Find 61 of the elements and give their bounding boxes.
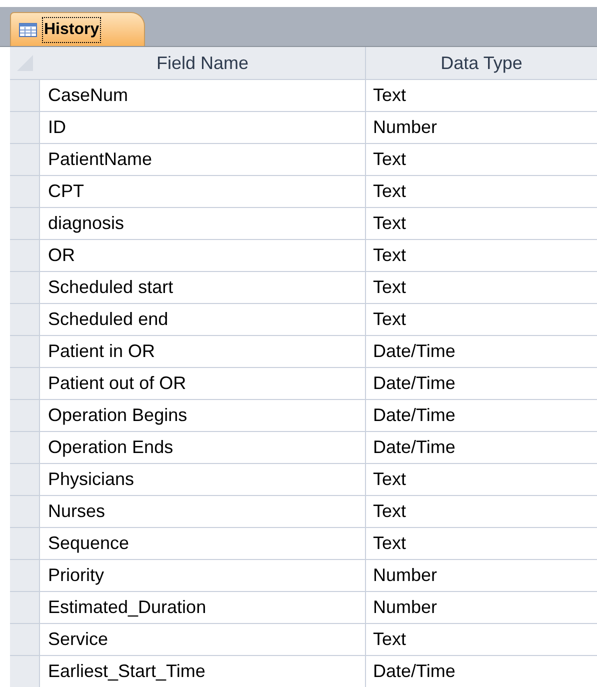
table-cell: Earliest_Start_Time (40, 656, 366, 687)
table-cell-text: Date/Time (372, 660, 456, 683)
table-cell-text: Number (372, 596, 438, 619)
row-selector[interactable] (10, 560, 40, 591)
row-selector[interactable] (10, 400, 40, 431)
column-header: Data Type (440, 52, 522, 75)
row-selector[interactable] (10, 304, 40, 335)
table-cell: Scheduled start (40, 272, 366, 303)
table-cell: ID (40, 112, 366, 143)
table-tab[interactable]: History (10, 12, 145, 46)
table-cell-text: Text (372, 308, 408, 331)
column-header: Field Name (156, 52, 249, 74)
row-selector[interactable] (10, 496, 40, 527)
row-selector[interactable] (10, 464, 40, 495)
table-cell-text: Date/Time (372, 404, 456, 427)
table-cell: CPT (40, 176, 366, 207)
table-cell: PatientName (40, 144, 366, 175)
row-selector[interactable] (10, 112, 40, 143)
table-cell: Patient out of OR (40, 368, 366, 399)
row-selector[interactable] (10, 336, 40, 367)
row-selector[interactable] (10, 176, 40, 207)
row-selector[interactable] (10, 656, 40, 687)
row-selector[interactable] (10, 432, 40, 463)
table-cell: OR (40, 240, 366, 271)
table-cell-text: Date/Time (372, 436, 456, 459)
table-cell-text: Date/Time (372, 372, 456, 395)
row-selector[interactable] (10, 528, 40, 559)
table-cell: Estimated_Duration (40, 592, 366, 623)
row-selector[interactable] (10, 80, 40, 111)
row-selector[interactable] (10, 208, 40, 239)
table-cell-text: Text (372, 212, 408, 235)
table-cell: Patient in OR (40, 336, 366, 367)
table-cell: Priority (40, 560, 366, 591)
row-selector[interactable] (10, 624, 40, 655)
table-cell-text: Number (372, 116, 438, 139)
table-cell: Scheduled end (40, 304, 366, 335)
table-cell: Service (40, 624, 366, 655)
table-icon (19, 22, 37, 36)
table-cell-text: Text (372, 468, 408, 491)
row-selector[interactable] (10, 240, 40, 271)
table-cell-text: Text (372, 500, 408, 523)
row-selector[interactable] (10, 592, 40, 623)
table-cell-text: Date/Time (372, 340, 456, 363)
table-cell: Operation Begins (40, 400, 366, 431)
table-cell: Physicians (40, 464, 366, 495)
table-cell-text: Text (372, 532, 408, 555)
table-cell-text: Text (372, 148, 408, 171)
row-selector[interactable] (10, 368, 40, 399)
row-selector[interactable] (10, 272, 40, 303)
table-cell: Sequence (40, 528, 366, 559)
table-cell-text: Text (372, 84, 408, 107)
table-cell-text: Number (372, 564, 438, 587)
table-cell: CaseNum (40, 80, 366, 111)
row-selector[interactable] (10, 144, 40, 175)
table-cell: Nurses (40, 496, 366, 527)
table-cell-text: Text (372, 628, 408, 651)
table-cell-text: Text (372, 180, 408, 203)
table-cell: Operation Ends (40, 432, 366, 463)
table-cell-text: Text (372, 244, 408, 267)
table-cell-text: Text (372, 276, 408, 299)
table-cell: diagnosis (40, 208, 366, 239)
